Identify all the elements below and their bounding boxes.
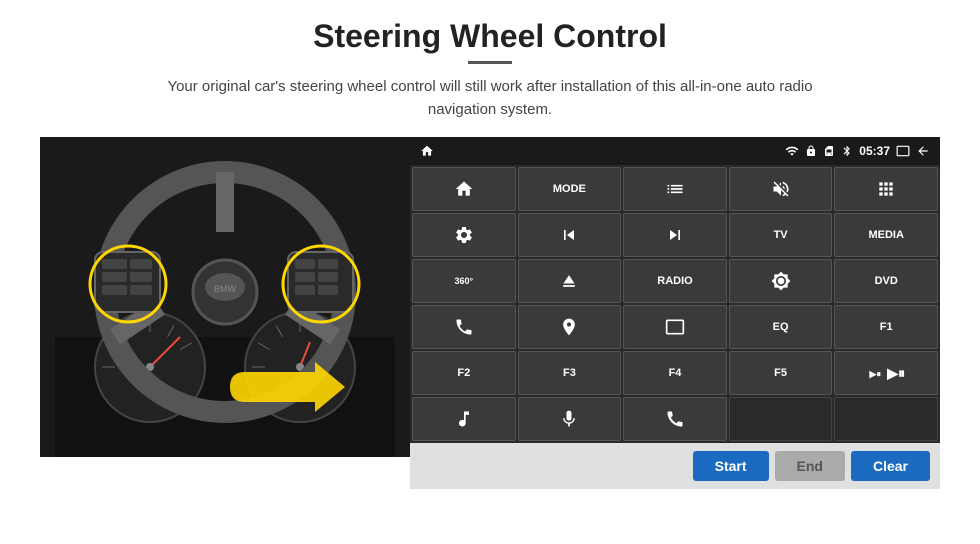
page-title: Steering Wheel Control (313, 18, 667, 55)
settings-button[interactable] (412, 213, 516, 257)
brightness-button[interactable] (729, 259, 833, 303)
button-grid: MODE TV (410, 165, 940, 443)
start-button[interactable]: Start (693, 451, 769, 481)
svg-text:▶⏸: ▶⏸ (869, 369, 882, 379)
empty-btn-1 (729, 397, 833, 441)
page-subtitle: Your original car's steering wheel contr… (150, 76, 830, 121)
bluetooth-icon (841, 145, 853, 157)
f5-button[interactable]: F5 (729, 351, 833, 395)
dvd-button[interactable]: DVD (834, 259, 938, 303)
music-button[interactable] (412, 397, 516, 441)
media-button[interactable]: MEDIA (834, 213, 938, 257)
status-time: 05:37 (859, 144, 890, 158)
f2-button[interactable]: F2 (412, 351, 516, 395)
status-bar: 05:37 (410, 137, 940, 165)
status-bar-right: 05:37 (785, 144, 930, 158)
steering-wheel-image: BMW (40, 137, 410, 457)
back-arrow-icon (916, 144, 930, 158)
list-button[interactable] (623, 167, 727, 211)
screen-fit-button[interactable] (623, 305, 727, 349)
prev-button[interactable] (518, 213, 622, 257)
f1-button[interactable]: F1 (834, 305, 938, 349)
radio-button[interactable]: RADIO (623, 259, 727, 303)
sim-icon (823, 145, 835, 157)
screen-icon (896, 144, 910, 158)
eq-button[interactable]: EQ (729, 305, 833, 349)
home-status-icon (420, 144, 434, 158)
mute-button[interactable] (729, 167, 833, 211)
status-bar-left (420, 144, 434, 158)
call-end-button[interactable] (623, 397, 727, 441)
phone-button[interactable] (412, 305, 516, 349)
mode-button[interactable]: MODE (518, 167, 622, 211)
mic-button[interactable] (518, 397, 622, 441)
apps-button[interactable] (834, 167, 938, 211)
title-divider (468, 61, 512, 64)
empty-btn-2 (834, 397, 938, 441)
next-button[interactable] (623, 213, 727, 257)
bottom-bar: Start End Clear (410, 443, 940, 489)
wifi-icon (785, 144, 799, 158)
cam360-button[interactable]: 360° (412, 259, 516, 303)
home-button[interactable] (412, 167, 516, 211)
end-button[interactable]: End (775, 451, 845, 481)
eject-button[interactable] (518, 259, 622, 303)
clear-button[interactable]: Clear (851, 451, 930, 481)
f3-button[interactable]: F3 (518, 351, 622, 395)
play-pause-button[interactable]: ▶⏸ ▶⏸ (834, 351, 938, 395)
svg-text:BMW: BMW (214, 284, 237, 294)
nav-button[interactable] (518, 305, 622, 349)
tv-button[interactable]: TV (729, 213, 833, 257)
f4-button[interactable]: F4 (623, 351, 727, 395)
lock-icon (805, 145, 817, 157)
radio-panel: 05:37 MODE (410, 137, 940, 489)
